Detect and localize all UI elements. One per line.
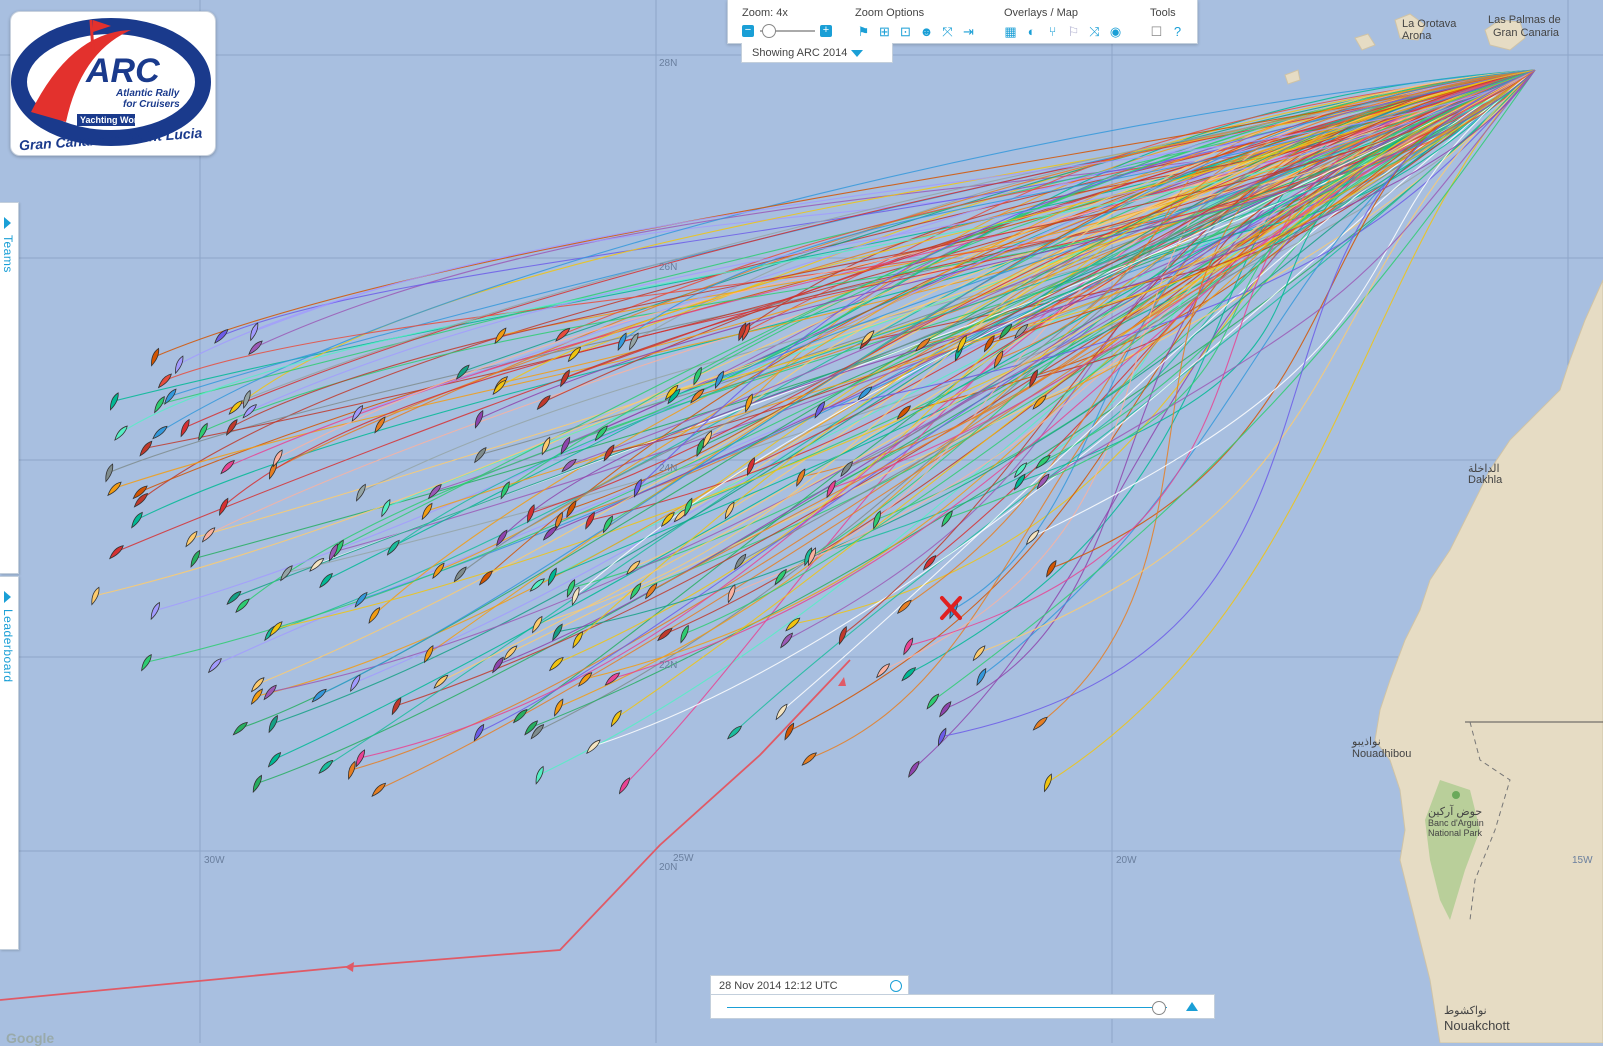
lon-label: 20W xyxy=(1116,855,1137,866)
overlays-group: ▦ ◐ ⑂ ⚐ ⤨ ◉ xyxy=(1002,22,1124,40)
lat-label: 28N xyxy=(659,58,677,69)
place-label: National Park xyxy=(1428,828,1483,838)
tagline-text: for Cruisers xyxy=(123,99,180,110)
flag-icon[interactable]: ⚑ xyxy=(855,23,872,40)
grid-icon[interactable]: ▦ xyxy=(1002,23,1019,40)
park-marker-icon xyxy=(1452,791,1460,799)
arc-logo: ARC Atlantic Rally for Cruisers Yachting… xyxy=(10,11,216,156)
place-label: Nouadhibou xyxy=(1352,748,1411,760)
lon-label: 25W xyxy=(673,853,694,864)
place-label: Arona xyxy=(1402,30,1432,42)
current-time-label: 28 Nov 2014 12:12 UTC xyxy=(719,980,838,992)
group-icon[interactable]: ☻ xyxy=(918,23,935,40)
lon-label: 15W xyxy=(1572,855,1593,866)
flag-pole-icon[interactable]: ⚐ xyxy=(1065,23,1082,40)
place-label: Banc d'Arguin xyxy=(1428,818,1484,828)
zoom-out-icon[interactable]: − xyxy=(742,25,754,37)
chevron-right-icon xyxy=(4,217,11,229)
place-label: نواذيبو xyxy=(1351,736,1381,748)
lat-label: 26N xyxy=(659,262,677,273)
chevron-down-icon xyxy=(851,49,864,57)
expand-icon[interactable]: ⤧ xyxy=(939,23,956,40)
place-label: La Orotava xyxy=(1402,18,1457,30)
event-selector-label: Showing ARC 2014 xyxy=(752,47,848,59)
zoom-options-label: Zoom Options xyxy=(855,7,925,19)
checkbox-icon[interactable]: ☐ xyxy=(1148,23,1165,40)
timeline-track xyxy=(727,1007,1167,1008)
place-label: Gran Canaria xyxy=(1493,27,1560,39)
tab-teams-label: Teams xyxy=(1,235,15,273)
zoom-label: Zoom: 4x xyxy=(742,7,788,19)
zoom-knob[interactable] xyxy=(762,24,776,38)
race-tracker-map[interactable]: 28N 26N 24N 22N 20N 30W 25W 20W 15W Las … xyxy=(0,0,1603,1043)
clock-icon[interactable] xyxy=(890,980,902,992)
tools-group: ☐ ? xyxy=(1148,22,1186,40)
timeline-slider[interactable] xyxy=(710,994,1215,1019)
sponsor-text: Yachting World xyxy=(80,115,145,125)
tab-teams[interactable]: Teams xyxy=(0,202,19,574)
chevron-right-icon xyxy=(4,591,11,603)
place-label: Las Palmas de xyxy=(1488,14,1561,26)
lon-label: 30W xyxy=(204,855,225,866)
place-label: نواكشوط xyxy=(1444,1005,1487,1017)
help-icon[interactable]: ? xyxy=(1169,23,1186,40)
event-selector[interactable]: Showing ARC 2014 xyxy=(741,43,893,63)
tab-leaderboard[interactable]: Leaderboard xyxy=(0,576,19,950)
brand-text: ARC xyxy=(85,52,160,90)
map-toolbar: Zoom: 4x − + Zoom Options ⚑ ⊞ ⊡ ☻ ⤧ ⇥ Ov… xyxy=(727,0,1198,44)
play-icon[interactable] xyxy=(1186,1002,1198,1011)
tab-leaderboard-label: Leaderboard xyxy=(1,609,15,683)
lat-label: 22N xyxy=(659,660,677,671)
overlays-label: Overlays / Map xyxy=(1004,7,1078,19)
zoom-slider[interactable]: − + xyxy=(742,24,832,38)
shuffle-icon[interactable]: ⤨ xyxy=(1086,23,1103,40)
map-attribution: Google xyxy=(6,1030,55,1046)
zoom-options-group: ⚑ ⊞ ⊡ ☻ ⤧ ⇥ xyxy=(855,22,977,40)
place-label: Dakhla xyxy=(1468,474,1503,486)
enter-icon[interactable]: ⇥ xyxy=(960,23,977,40)
place-label: Nouakchott xyxy=(1444,1018,1510,1033)
lat-label: 24N xyxy=(659,463,677,474)
zoom-in-icon[interactable]: + xyxy=(820,25,832,37)
current-time-display: 28 Nov 2014 12:12 UTC xyxy=(710,975,909,995)
fit-icon[interactable]: ⊡ xyxy=(897,23,914,40)
plus-box-icon[interactable]: ⊞ xyxy=(876,23,893,40)
globe-icon[interactable]: ◉ xyxy=(1107,23,1124,40)
route-icon[interactable]: ⑂ xyxy=(1044,23,1061,40)
timeline-knob[interactable] xyxy=(1152,1001,1166,1015)
place-label: حوض آركين xyxy=(1428,805,1482,818)
contrast-icon[interactable]: ◐ xyxy=(1023,23,1040,40)
tagline-text: Atlantic Rally xyxy=(115,88,180,99)
tools-label: Tools xyxy=(1150,7,1176,19)
